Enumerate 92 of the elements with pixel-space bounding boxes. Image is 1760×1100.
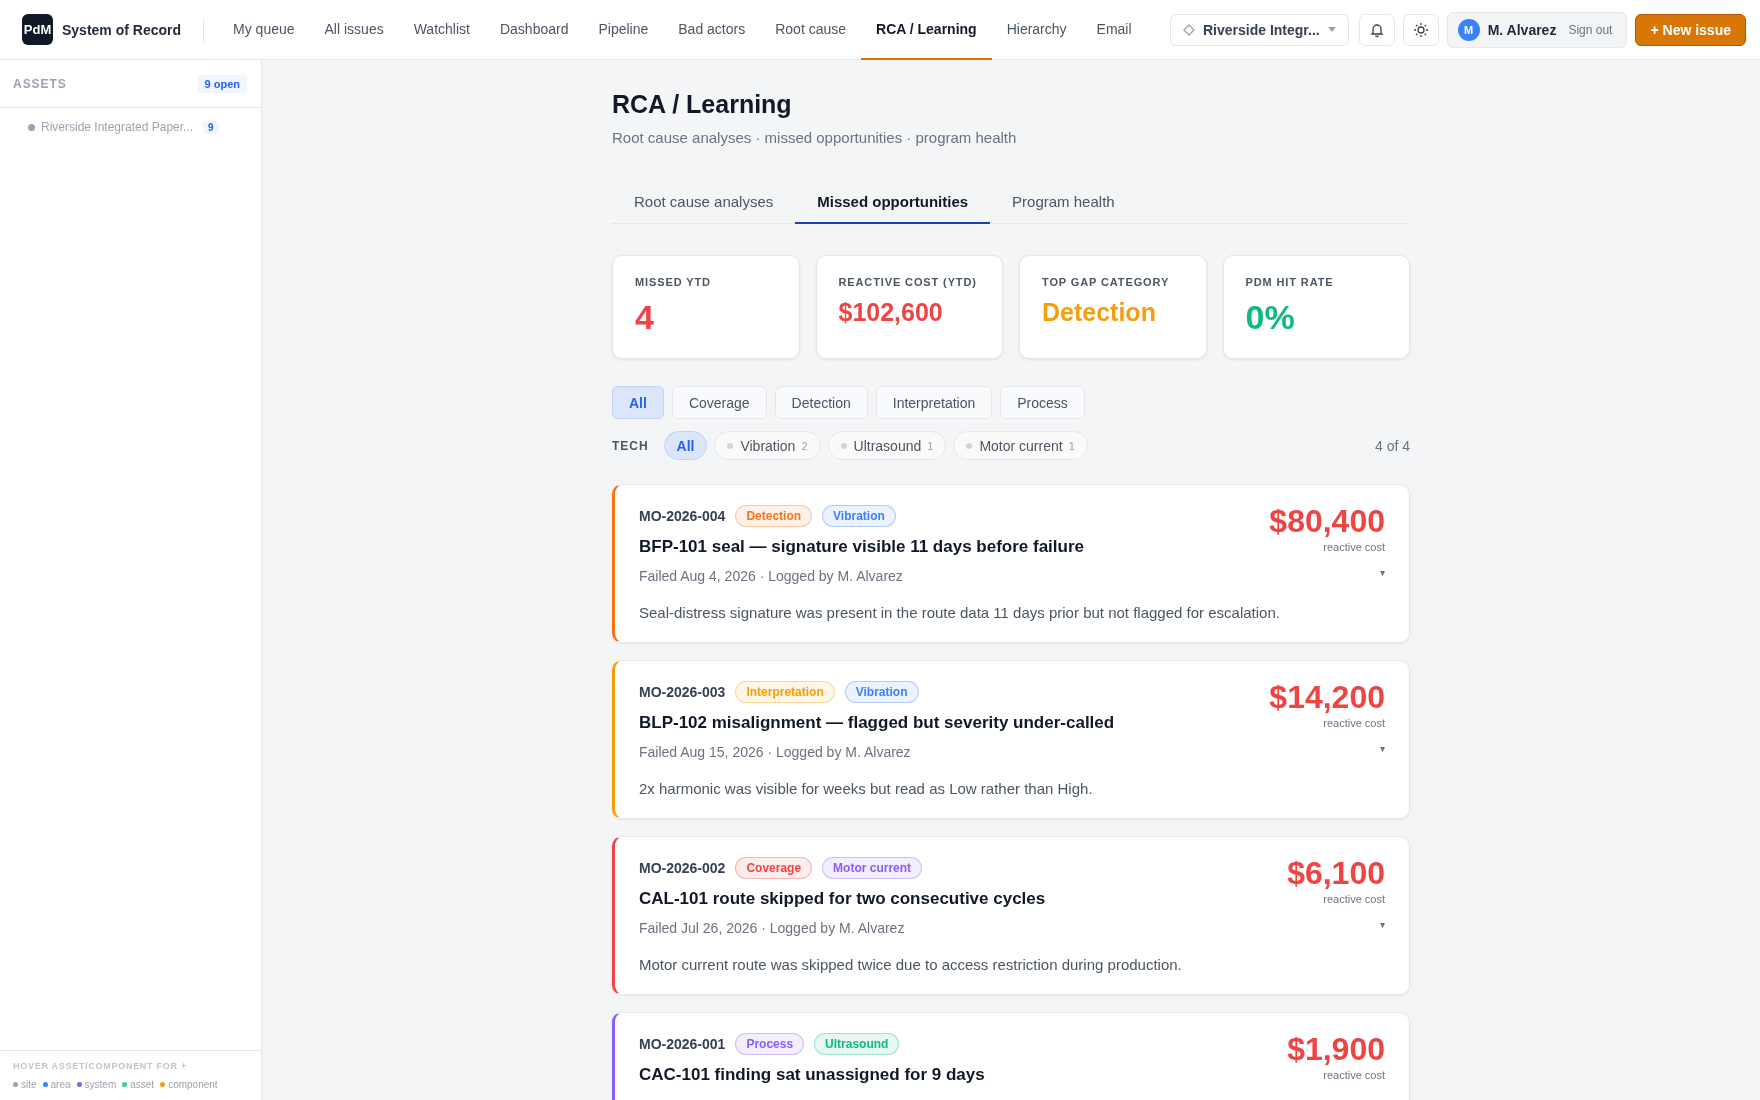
app-title: System of Record <box>62 21 182 38</box>
tech-filter[interactable]: Motor current 1 <box>953 431 1088 460</box>
tech-label: TECH <box>612 438 649 453</box>
card-title: CAL-101 route skipped for two consecutive cycles <box>639 889 1046 909</box>
notifications-button[interactable] <box>1358 13 1395 46</box>
tech-filter[interactable]: All <box>663 431 708 460</box>
nav-tab[interactable]: My queue <box>218 0 310 60</box>
logo: PdM <box>22 14 53 45</box>
cost-label: reactive cost <box>1323 717 1385 729</box>
user-name: M. Alvarez <box>1487 21 1557 38</box>
card-title: BFP-101 seal — signature visible 11 days before failure <box>639 537 1085 557</box>
reactive-cost: $14,200 <box>1269 681 1385 713</box>
page-subtitle: Root cause analyses · missed opportunities · program health <box>612 129 1018 146</box>
missed-opportunity-card[interactable] <box>612 836 1410 995</box>
tree-item[interactable]: Riverside Integrated Paper... 9 <box>28 120 261 134</box>
cost-label: reactive cost <box>1323 541 1385 553</box>
nav-tab[interactable]: RCA / Learning <box>861 0 992 60</box>
sun-icon <box>1412 21 1429 38</box>
card-meta: Failed Jul 26, 2026 · Logged by M. Alvarez <box>639 920 906 936</box>
tech-filter[interactable]: Vibration 2 <box>714 431 821 460</box>
item-id: MO-2026-003 <box>639 684 726 700</box>
category-filter[interactable]: All <box>612 386 664 419</box>
caret-icon <box>1327 26 1336 33</box>
category-filter[interactable]: Process <box>1000 386 1085 419</box>
missed-opportunity-card[interactable] <box>612 660 1410 819</box>
legend-label: component <box>168 1079 218 1090</box>
expand-toggle[interactable]: ▾ <box>1379 743 1385 754</box>
tab[interactable]: Program health <box>990 193 1137 224</box>
missed-opportunity-card[interactable]: MO-2026-001 Process Ultrasound CAC-101 finding sat unassigned for 9 days $1,900 reactive cost <box>612 1012 1410 1100</box>
cost-label: reactive cost <box>1323 1069 1385 1081</box>
stat-value: $102,600 <box>838 298 943 327</box>
tab[interactable]: Missed opportunities <box>795 193 991 224</box>
nav-tab[interactable]: Bad actors <box>663 0 761 60</box>
item-id: MO-2026-002 <box>639 860 726 876</box>
stat-label: PDM HIT RATE <box>1245 276 1334 288</box>
card-description: Motor current route was skipped twice due to access restriction during production. <box>639 956 1183 973</box>
card-description: 2x harmonic was visible for weeks but read as Low rather than High. <box>639 780 1094 797</box>
legend-label: asset <box>130 1079 155 1090</box>
open-count: 9 open <box>197 74 247 93</box>
card-title: BLP-102 misalignment — flagged but severity under-called <box>639 713 1115 733</box>
nav-tab[interactable]: Watchlist <box>398 0 485 60</box>
category-filter[interactable]: Interpretation <box>875 386 993 419</box>
expand-toggle[interactable]: ▾ <box>1379 567 1385 578</box>
stat-value: 0% <box>1245 298 1295 337</box>
theme-button[interactable] <box>1402 13 1439 46</box>
nav-tab[interactable]: Pipeline <box>583 0 664 60</box>
stat-label: TOP GAP CATEGORY <box>1042 276 1170 288</box>
card-meta: Failed Aug 15, 2026 · Logged by M. Alvarez <box>639 744 912 760</box>
stat-value: Detection <box>1042 298 1156 327</box>
nav-tab[interactable]: Dashboard <box>484 0 584 60</box>
expand-toggle[interactable]: ▾ <box>1379 919 1385 930</box>
item-id: MO-2026-001 <box>639 1036 726 1052</box>
tech-filter[interactable]: Ultrasound 1 <box>827 431 947 460</box>
nav-tab[interactable]: All issues <box>309 0 399 60</box>
page-title: RCA / Learning <box>612 90 793 119</box>
site-selector[interactable]: Riverside Integr... <box>1169 13 1349 46</box>
legend-title: HOVER ASSET/COMPONENT FOR + <box>13 1061 188 1071</box>
category-tag: Interpretation <box>735 681 835 703</box>
category-filter[interactable]: Detection <box>774 386 868 419</box>
tech-tag: Motor current <box>822 857 923 879</box>
tab[interactable]: Root cause analyses <box>612 193 796 224</box>
card-title: CAC-101 finding sat unassigned for 9 days <box>639 1065 985 1085</box>
card-meta: Failed Aug 4, 2026 · Logged by M. Alvarez <box>639 568 904 584</box>
category-tag: Detection <box>735 505 813 527</box>
legend-label: area <box>50 1079 71 1090</box>
legend-label: system <box>84 1079 117 1090</box>
item-id: MO-2026-004 <box>639 508 726 524</box>
nav-tab[interactable]: Root cause <box>760 0 862 60</box>
reactive-cost: $1,900 <box>1287 1033 1385 1065</box>
stat-label: MISSED YTD <box>635 276 711 288</box>
tech-tag: Vibration <box>822 505 896 527</box>
category-filter[interactable]: Coverage <box>671 386 767 419</box>
result-count: 4 of 4 <box>1374 437 1410 454</box>
card-description: Seal-distress signature was present in the route data 11 days prior but not flagged for escalation. <box>639 604 1281 621</box>
legend-label: site <box>21 1079 37 1090</box>
nav-tab[interactable]: Email <box>1081 0 1147 60</box>
tech-tag: Ultrasound <box>814 1033 900 1055</box>
avatar: M <box>1457 18 1480 41</box>
category-tag: Process <box>735 1033 805 1055</box>
bell-icon <box>1368 21 1385 38</box>
tech-tag: Vibration <box>844 681 919 703</box>
diamond-icon <box>1182 23 1195 36</box>
sidebar-title: ASSETS <box>13 76 67 91</box>
reactive-cost: $6,100 <box>1287 857 1385 889</box>
missed-opportunity-card[interactable] <box>612 484 1410 643</box>
reactive-cost: $80,400 <box>1269 505 1385 537</box>
sign-out-link[interactable]: Sign out <box>1568 22 1613 37</box>
category-tag: Coverage <box>735 857 813 879</box>
stat-label: REACTIVE COST (YTD) <box>838 276 977 288</box>
nav-tab[interactable]: Hierarchy <box>991 0 1082 60</box>
cost-label: reactive cost <box>1323 893 1385 905</box>
stat-value: 4 <box>635 298 654 337</box>
